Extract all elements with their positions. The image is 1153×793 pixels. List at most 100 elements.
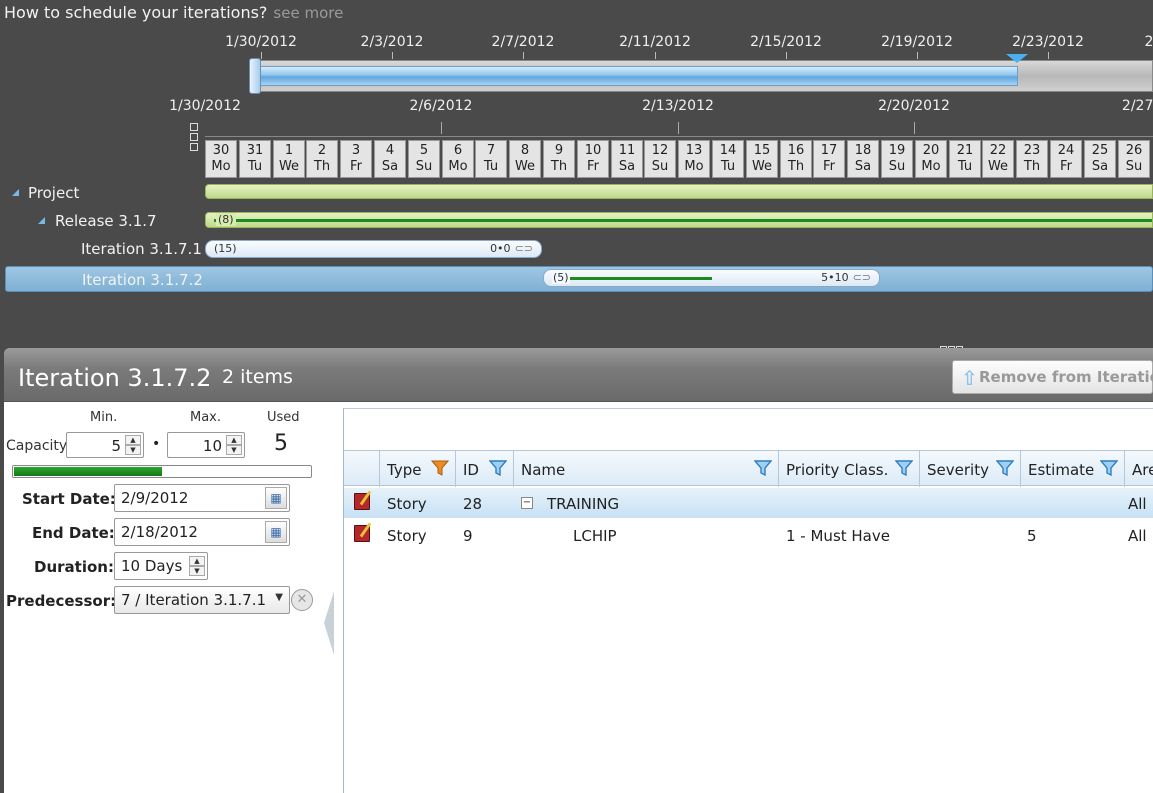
link-icon: ⊂⊃ <box>514 242 533 255</box>
detail-date: 2/13/2012 <box>642 98 714 114</box>
cell-id: 9 <box>463 527 473 545</box>
splitter-handle[interactable] <box>940 338 970 353</box>
item-count: 2 items <box>222 366 293 388</box>
cell-estimate: 5 <box>1027 527 1037 545</box>
increment-icon[interactable]: ▲ <box>189 556 205 566</box>
day-cell: 1 We <box>273 140 305 178</box>
day-cell: 15 We <box>746 140 778 178</box>
cell-id: 28 <box>463 495 483 513</box>
remove-from-iteration-button[interactable]: ⇧ Remove from Iteration <box>952 360 1153 394</box>
day-cell: 7 Tu <box>475 140 507 178</box>
table-row[interactable]: Story 28 − TRAINING All <box>344 488 1153 518</box>
overview-tick <box>786 52 787 59</box>
increment-icon[interactable]: ▲ <box>226 435 242 445</box>
chevron-down-icon: ▼ <box>275 592 283 603</box>
day-cell: 11 Sa <box>611 140 643 178</box>
collapse-icon[interactable]: − <box>521 497 533 509</box>
column-type[interactable]: Type <box>380 451 456 487</box>
overview-left-handle[interactable] <box>249 58 261 94</box>
day-number: 12 <box>651 143 669 158</box>
detail-tick <box>441 122 442 134</box>
iteration-2-capacity: 5•10 ⊂⊃ <box>821 271 871 284</box>
column-name[interactable]: Name <box>514 451 779 487</box>
day-weekday: We <box>278 159 300 174</box>
filter-icon[interactable] <box>1100 459 1118 477</box>
day-number: 2 <box>317 143 327 158</box>
detail-tick <box>914 122 915 134</box>
expand-triangle-icon[interactable] <box>12 189 19 196</box>
iteration-1-bar[interactable]: (15) 0•0 ⊂⊃ <box>205 240 542 258</box>
decrement-icon[interactable]: ▼ <box>125 445 141 455</box>
zoom-handle-icon[interactable] <box>190 123 199 155</box>
iteration-2-progress <box>552 277 712 280</box>
day-cell: 6 Mo <box>442 140 474 178</box>
panel-header: Iteration 3.1.7.2 2 items ⇧ Remove from … <box>4 348 1153 402</box>
day-cell: 17 Fr <box>813 140 845 178</box>
items-grid: Type ID Name Priority Class. Severity Es… <box>343 408 1153 793</box>
day-number: 19 <box>888 143 906 158</box>
day-cell: 31 Tu <box>239 140 271 178</box>
day-number: 25 <box>1091 143 1109 158</box>
day-cell: 14 Tu <box>712 140 744 178</box>
capacity-min-stepper[interactable]: 5 ▲ ▼ <box>66 432 144 458</box>
day-weekday: We <box>751 159 773 174</box>
calendar-icon[interactable]: ▦ <box>265 521 287 543</box>
iteration-1-count: (15) <box>214 242 237 255</box>
collapse-panel-tab[interactable] <box>324 591 334 655</box>
capacity-progress-fill <box>14 467 162 476</box>
decrement-icon[interactable]: ▼ <box>226 445 242 455</box>
day-weekday: Fr <box>587 159 599 174</box>
overview-date: 1/30/2012 <box>225 34 297 50</box>
table-row[interactable]: Story 9 LCHIP 1 - Must Have 5 All <box>344 520 1153 550</box>
end-date-label: End Date: <box>32 524 115 542</box>
overview-range-thumb[interactable] <box>254 66 1018 86</box>
cell-type: Story <box>387 495 427 513</box>
predecessor-dropdown[interactable]: 7 / Iteration 3.1.7.1 ▼ <box>114 586 290 614</box>
day-cell: 21 Tu <box>949 140 981 178</box>
day-weekday: Tu <box>483 159 499 174</box>
project-bar[interactable] <box>205 184 1153 199</box>
decrement-icon[interactable]: ▼ <box>189 566 205 576</box>
day-weekday: Su <box>1125 159 1143 174</box>
capacity-label: Capacity <box>6 438 68 454</box>
clear-predecessor-icon[interactable]: ✕ <box>291 589 313 611</box>
day-cell: 24 Fr <box>1050 140 1082 178</box>
filter-icon[interactable] <box>754 459 772 477</box>
tree-label-iteration-2: Iteration 3.1.7.2 <box>82 271 203 289</box>
tree-row-iteration-1[interactable]: Iteration 3.1.7.1 <box>0 236 1153 262</box>
increment-icon[interactable]: ▲ <box>125 435 141 445</box>
column-severity[interactable]: Severity <box>920 451 1021 487</box>
see-more-link[interactable]: see more <box>273 4 343 22</box>
filter-icon[interactable] <box>895 459 913 477</box>
end-date-picker[interactable]: 2/18/2012 ▦ <box>114 518 290 546</box>
release-bar[interactable]: (8) <box>205 212 1153 228</box>
detail-date: 2/6/2012 <box>409 98 473 114</box>
filter-active-icon[interactable] <box>431 459 449 477</box>
column-id[interactable]: ID <box>456 451 514 487</box>
calendar-icon[interactable]: ▦ <box>265 487 287 509</box>
overview-tick <box>917 52 918 59</box>
day-number: 23 <box>1023 143 1041 158</box>
iteration-2-bar[interactable]: (5) 5•10 ⊂⊃ <box>543 269 880 287</box>
day-number: 21 <box>956 143 974 158</box>
column-estimate[interactable]: Estimate <box>1021 451 1125 487</box>
capacity-max-stepper[interactable]: 10 ▲ ▼ <box>167 432 245 458</box>
filter-icon[interactable] <box>996 459 1014 477</box>
column-area[interactable]: Are <box>1125 451 1153 487</box>
day-cell: 18 Sa <box>847 140 879 178</box>
day-number: 14 <box>719 143 737 158</box>
help-text: How to schedule your iterations? see more <box>4 3 344 22</box>
detail-axis: 1/30/2012 2/6/2012 2/13/2012 2/20/2012 2… <box>0 98 1153 134</box>
day-strip: 30 Mo 31 Tu 1 We 2 Th 3 Fr 4 Sa 5 Su 6 Mo 7 Tu 8 We 9 Th 10 Fr 1… <box>205 140 1153 178</box>
duration-stepper[interactable]: 10 Days ▲ ▼ <box>114 552 208 580</box>
day-cell: 4 Sa <box>374 140 406 178</box>
overview-date: 2/7/2012 <box>491 34 555 50</box>
column-priority-class[interactable]: Priority Class. <box>779 451 920 487</box>
day-cell: 23 Th <box>1016 140 1048 178</box>
day-cell: 19 Su <box>881 140 913 178</box>
panel-title: Iteration 3.1.7.2 <box>18 364 212 392</box>
help-bar: How to schedule your iterations? see more <box>0 0 1153 28</box>
start-date-picker[interactable]: 2/9/2012 ▦ <box>114 484 290 512</box>
filter-icon[interactable] <box>489 459 507 477</box>
expand-triangle-icon[interactable] <box>38 217 45 224</box>
